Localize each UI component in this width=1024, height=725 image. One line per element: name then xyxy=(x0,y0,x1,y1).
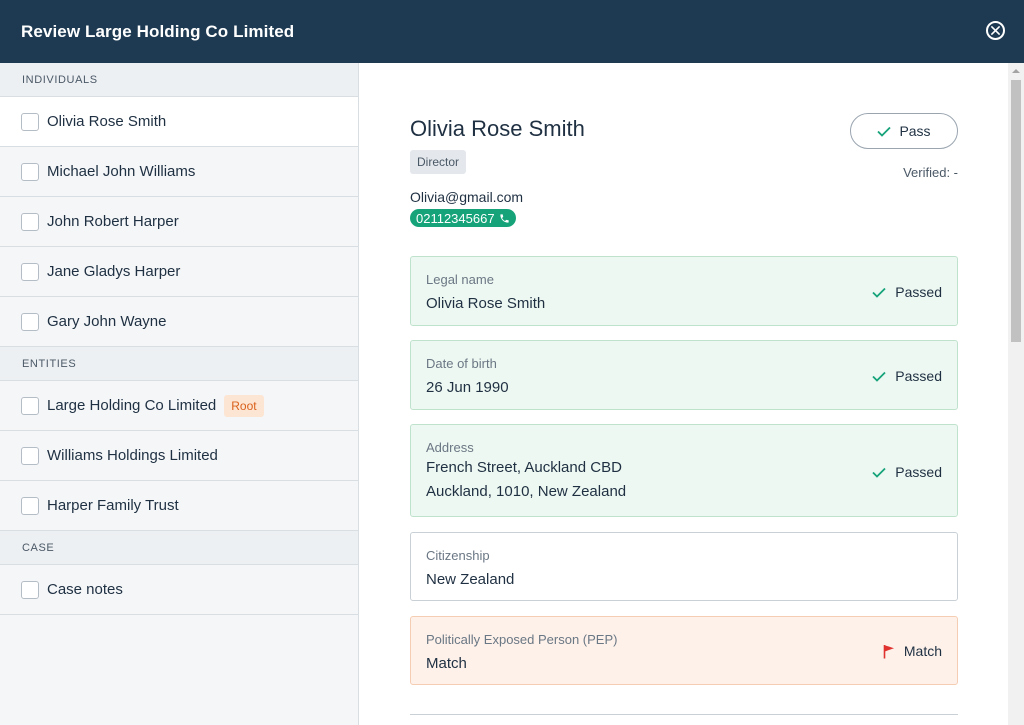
checkbox[interactable] xyxy=(21,262,39,281)
check-label: Date of birth xyxy=(426,356,497,371)
sidebar-item-label: Case notes xyxy=(47,581,123,598)
sidebar-item-label: Williams Holdings Limited xyxy=(47,447,218,464)
scroll-up-arrow-icon[interactable] xyxy=(1012,69,1020,73)
checkbox[interactable] xyxy=(21,162,39,181)
check-value: New Zealand xyxy=(426,571,515,588)
check-status-label: Match xyxy=(903,643,942,659)
check-label: Address xyxy=(426,440,474,455)
sidebar-item-williams-holdings-limited[interactable]: Williams Holdings Limited xyxy=(0,431,358,481)
check-card-legal-name: Legal name Olivia Rose Smith Passed xyxy=(410,256,958,326)
check-status: Match xyxy=(883,643,942,659)
root-badge: Root xyxy=(224,394,264,417)
check-status: Passed xyxy=(872,368,942,384)
checkbox[interactable] xyxy=(21,446,39,465)
checkbox[interactable] xyxy=(21,580,39,599)
close-icon xyxy=(991,26,1000,35)
sidebar-item-harper-family-trust[interactable]: Harper Family Trust xyxy=(0,481,358,531)
pass-button-label: Pass xyxy=(899,123,931,139)
check-card-date-of-birth: Date of birth 26 Jun 1990 Passed xyxy=(410,340,958,410)
sidebar-item-john-robert-harper[interactable]: John Robert Harper xyxy=(0,197,358,247)
sidebar-item-large-holding-co-limited[interactable]: Large Holding Co Limited Root xyxy=(0,381,358,431)
check-status-label: Passed xyxy=(895,368,942,384)
sidebar-item-jane-gladys-harper[interactable]: Jane Gladys Harper xyxy=(0,247,358,297)
phone-badge[interactable]: 02112345667 xyxy=(410,209,516,227)
check-status-label: Passed xyxy=(895,464,942,480)
check-label: Politically Exposed Person (PEP) xyxy=(426,632,618,647)
check-card-citizenship: Citizenship New Zealand xyxy=(410,532,958,601)
section-heading-entities: ENTITIES xyxy=(0,347,358,381)
check-status-label: Passed xyxy=(895,284,942,300)
checkbox[interactable] xyxy=(21,396,39,415)
phone-icon xyxy=(499,213,509,223)
sidebar-item-label: Gary John Wayne xyxy=(47,313,167,330)
check-icon xyxy=(872,287,886,298)
modal-header: Review Large Holding Co Limited xyxy=(0,0,1024,63)
sidebar-item-gary-john-wayne[interactable]: Gary John Wayne xyxy=(0,297,358,347)
check-value: 26 Jun 1990 xyxy=(426,379,509,396)
checkbox[interactable] xyxy=(21,312,39,331)
detail-panel: Olivia Rose Smith Director Olivia@gmail.… xyxy=(360,63,1008,725)
checkbox[interactable] xyxy=(21,496,39,515)
sidebar-item-label: Olivia Rose Smith xyxy=(47,113,167,130)
sidebar-item-label: Michael John Williams xyxy=(47,163,196,180)
check-label: Legal name xyxy=(426,272,494,287)
scrollbar[interactable] xyxy=(1008,63,1024,725)
section-heading-individuals: INDIVIDUALS xyxy=(0,63,358,97)
person-name: Olivia Rose Smith xyxy=(410,116,585,141)
sidebar-item-label: Jane Gladys Harper xyxy=(47,263,181,280)
check-status: Passed xyxy=(872,284,942,300)
check-icon xyxy=(872,371,886,382)
sidebar-item-olivia-rose-smith[interactable]: Olivia Rose Smith xyxy=(0,97,358,147)
sidebar-item-case-notes[interactable]: Case notes xyxy=(0,565,358,615)
pass-button[interactable]: Pass xyxy=(850,113,958,149)
sidebar-item-label: Large Holding Co Limited xyxy=(47,397,217,414)
check-label: Citizenship xyxy=(426,548,490,563)
checkbox[interactable] xyxy=(21,112,39,131)
role-tag: Director xyxy=(410,150,467,174)
scroll-thumb[interactable] xyxy=(1011,80,1021,342)
sidebar-item-label: Harper Family Trust xyxy=(47,497,179,514)
check-card-pep: Politically Exposed Person (PEP) Match M… xyxy=(410,616,958,685)
check-status: Passed xyxy=(872,464,942,480)
sidebar: INDIVIDUALS Olivia Rose Smith Michael Jo… xyxy=(0,63,359,725)
check-value-line-1: French Street, Auckland CBD xyxy=(426,459,622,476)
divider xyxy=(410,714,958,715)
sidebar-item-michael-john-williams[interactable]: Michael John Williams xyxy=(0,147,358,197)
email-text: Olivia@gmail.com xyxy=(410,189,524,205)
check-icon xyxy=(872,467,886,478)
close-button[interactable] xyxy=(986,21,1005,40)
check-value: Olivia Rose Smith xyxy=(426,295,546,312)
check-card-address: Address French Street, Auckland CBD Auck… xyxy=(410,424,958,517)
checkbox[interactable] xyxy=(21,212,39,231)
check-value: Match xyxy=(426,655,467,672)
sidebar-item-label: John Robert Harper xyxy=(47,213,179,230)
section-heading-case: CASE xyxy=(0,531,358,565)
phone-number: 02112345667 xyxy=(416,210,495,226)
flag-icon xyxy=(883,644,894,658)
check-value-line-2: Auckland, 1010, New Zealand xyxy=(426,483,627,500)
check-icon xyxy=(877,126,892,137)
modal-title: Review Large Holding Co Limited xyxy=(21,21,295,41)
verified-text: Verified: - xyxy=(903,165,958,180)
